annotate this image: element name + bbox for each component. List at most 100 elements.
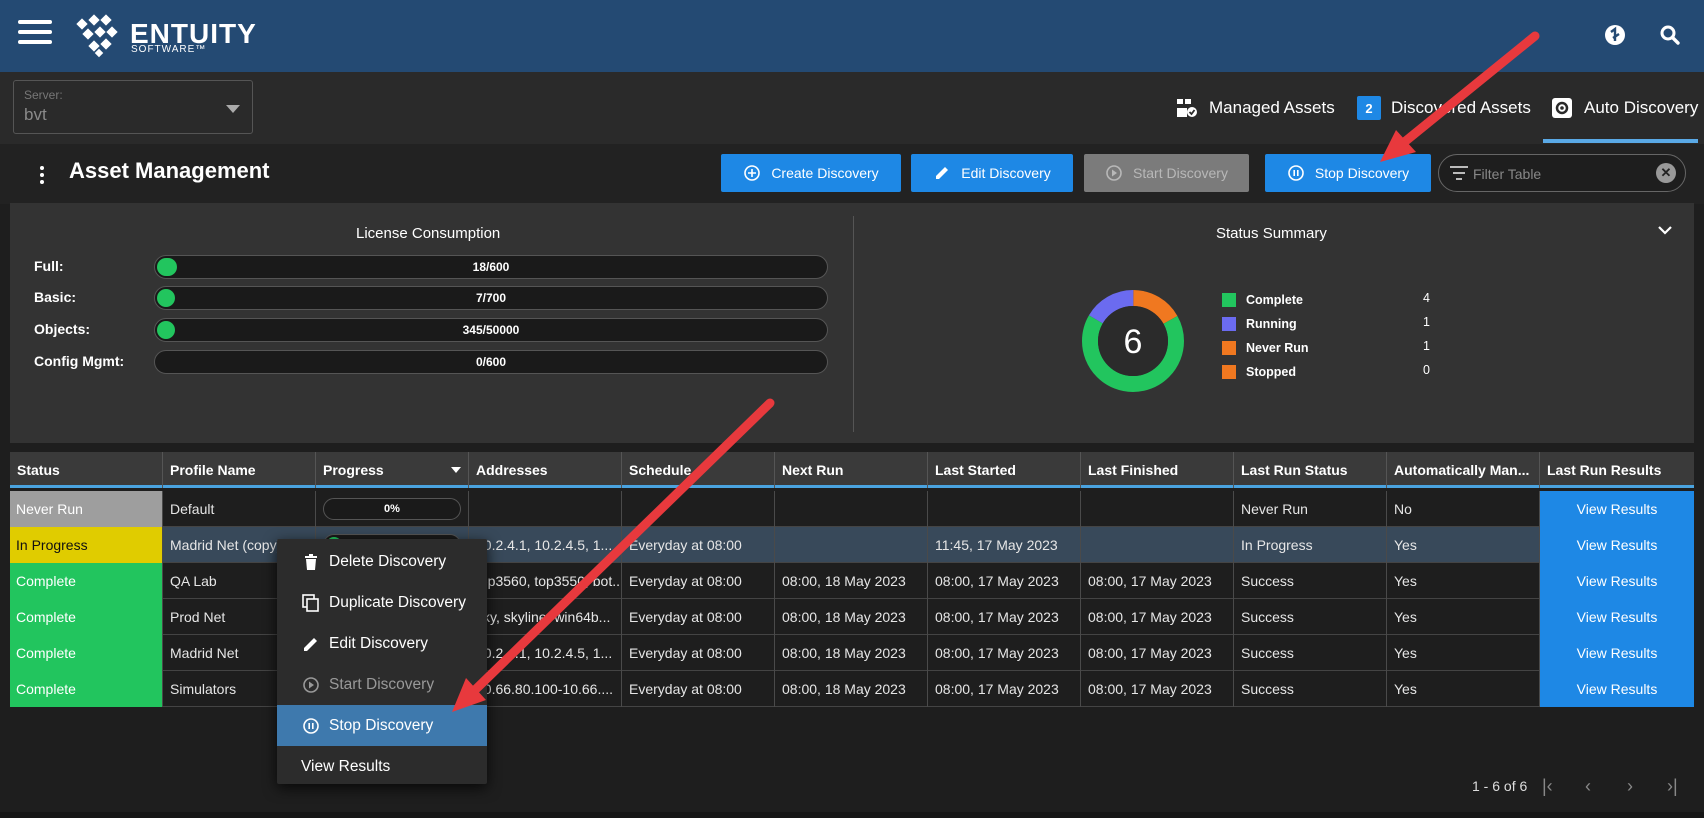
legend-never-run-count: 1 — [1423, 339, 1430, 353]
kebab-menu-icon[interactable] — [40, 166, 44, 187]
table-row[interactable]: Never Run Default 0% Never Run No View R… — [10, 491, 1694, 527]
table-row[interactable]: In Progress Madrid Net (copy) 10.2.4.1, … — [10, 527, 1694, 563]
menu-stop-label: Stop Discovery — [329, 716, 434, 734]
legend-never-run: Never Run — [1222, 339, 1309, 357]
row-last-finished-cell: 08:00, 17 May 2023 — [1081, 671, 1234, 707]
legend-running-count: 1 — [1423, 315, 1430, 329]
menu-edit-label: Edit Discovery — [329, 634, 429, 652]
col-last-started[interactable]: Last Started — [928, 452, 1081, 488]
row-status-cell: Complete — [10, 599, 163, 635]
last-page-icon[interactable]: ›| — [1667, 776, 1678, 797]
collapse-chevron-icon[interactable] — [1657, 223, 1673, 241]
view-results-button[interactable]: View Results — [1540, 635, 1694, 671]
status-summary-title: Status Summary — [1216, 225, 1327, 242]
progress-value: 0% — [384, 503, 400, 515]
start-discovery-button[interactable]: Start Discovery — [1084, 154, 1249, 192]
view-results-button[interactable]: View Results — [1540, 527, 1694, 563]
auto-discovery-gear-icon — [1550, 96, 1574, 120]
row-addresses-cell: sky, skyline, win64b... — [469, 599, 622, 635]
row-last-started-cell: 08:00, 17 May 2023 — [928, 635, 1081, 671]
col-schedule[interactable]: Schedule — [622, 452, 775, 488]
col-profile-name[interactable]: Profile Name — [163, 452, 316, 488]
col-last-run-status[interactable]: Last Run Status — [1234, 452, 1387, 488]
hamburger-menu-icon[interactable] — [18, 20, 52, 48]
menu-start-discovery[interactable]: Start Discovery — [277, 664, 487, 705]
server-label: Server: — [24, 88, 63, 102]
bottom-strip — [0, 812, 1704, 818]
col-auto-managed[interactable]: Automatically Man... — [1387, 452, 1540, 488]
add-circle-icon — [743, 164, 761, 182]
col-progress[interactable]: Progress — [316, 452, 469, 488]
progress-bar: 0% — [323, 498, 461, 520]
pencil-icon — [933, 164, 951, 182]
row-auto-cell: Yes — [1387, 527, 1540, 563]
view-results-button[interactable]: View Results — [1540, 491, 1694, 527]
table-row[interactable]: Complete Simulators 10.66.80.100-10.66..… — [10, 671, 1694, 707]
menu-start-label: Start Discovery — [329, 675, 435, 693]
clear-filter-icon[interactable]: ✕ — [1656, 163, 1676, 183]
row-auto-cell: Yes — [1387, 635, 1540, 671]
table-row[interactable]: Complete Madrid Net 10.2.4.1, 10.2.4.5, … — [10, 635, 1694, 671]
menu-duplicate-discovery[interactable]: Duplicate Discovery — [277, 582, 487, 623]
first-page-icon[interactable]: |‹ — [1542, 776, 1553, 797]
license-config-bar: 0/600 — [154, 350, 828, 374]
menu-delete-discovery[interactable]: Delete Discovery — [277, 541, 487, 582]
edit-discovery-button[interactable]: Edit Discovery — [911, 154, 1073, 192]
menu-stop-discovery[interactable]: Stop Discovery — [277, 705, 487, 746]
row-profile-cell: Default — [163, 491, 316, 527]
view-results-button[interactable]: View Results — [1540, 563, 1694, 599]
row-schedule-cell: Everyday at 08:00 — [622, 599, 775, 635]
row-schedule-cell — [622, 491, 775, 527]
filter-table-input[interactable]: Filter Table ✕ — [1438, 154, 1686, 192]
stop-discovery-button[interactable]: Stop Discovery — [1265, 154, 1431, 192]
panel-divider — [853, 216, 854, 432]
license-full-value: 18/600 — [472, 260, 510, 274]
tab-discovered-assets[interactable]: 2 Discovered Assets — [1357, 90, 1531, 126]
table-row[interactable]: Complete Prod Net sky, skyline, win64b..… — [10, 599, 1694, 635]
legend-complete: Complete — [1222, 291, 1303, 309]
legend-stopped-label: Stopped — [1246, 365, 1296, 379]
edit-discovery-label: Edit Discovery — [961, 165, 1051, 181]
view-results-button[interactable]: View Results — [1540, 599, 1694, 635]
previous-page-icon[interactable]: ‹ — [1585, 776, 1591, 797]
discovery-table: Status Profile Name Progress Addresses S… — [10, 452, 1694, 707]
col-status[interactable]: Status — [10, 452, 163, 488]
menu-view-results[interactable]: View Results — [277, 746, 487, 787]
legend-never-run-swatch — [1222, 341, 1236, 355]
tab-managed-assets[interactable]: Managed Assets — [1175, 90, 1335, 126]
menu-edit-discovery[interactable]: Edit Discovery — [277, 623, 487, 664]
table-row[interactable]: Complete QA Lab top3560, top3550, bot...… — [10, 563, 1694, 599]
row-next-run-cell — [775, 491, 928, 527]
col-next-run[interactable]: Next Run — [775, 452, 928, 488]
row-addresses-cell — [469, 491, 622, 527]
col-last-run-results[interactable]: Last Run Results — [1540, 452, 1694, 488]
app-root: ENTUITY SOFTWARE™ Server: bvt Managed As… — [0, 0, 1704, 818]
managed-assets-icon — [1175, 96, 1199, 120]
row-auto-cell: Yes — [1387, 563, 1540, 599]
search-icon[interactable] — [1655, 20, 1685, 50]
logo-subtext: SOFTWARE™ — [131, 44, 207, 55]
license-full-label: Full: — [34, 258, 64, 274]
create-discovery-button[interactable]: Create Discovery — [721, 154, 901, 192]
server-select[interactable]: Server: bvt — [13, 80, 253, 134]
row-last-run-status-cell: In Progress — [1234, 527, 1387, 563]
copy-icon — [301, 593, 321, 613]
tab-auto-discovery[interactable]: Auto Discovery — [1550, 90, 1698, 126]
legend-complete-count: 4 — [1423, 291, 1430, 305]
play-circle-icon — [1105, 164, 1123, 182]
row-last-started-cell: 08:00, 17 May 2023 — [928, 563, 1081, 599]
view-results-button[interactable]: View Results — [1540, 671, 1694, 707]
menu-delete-label: Delete Discovery — [329, 552, 447, 570]
row-auto-cell: Yes — [1387, 599, 1540, 635]
col-last-finished[interactable]: Last Finished — [1081, 452, 1234, 488]
row-last-started-cell: 11:45, 17 May 2023 — [928, 527, 1081, 563]
pause-circle-icon — [301, 716, 321, 736]
discovered-count-badge: 2 — [1357, 96, 1381, 120]
row-last-finished-cell: 08:00, 17 May 2023 — [1081, 635, 1234, 671]
col-addresses[interactable]: Addresses — [469, 452, 622, 488]
row-addresses-cell: 10.2.4.1, 10.2.4.5, 1... — [469, 635, 622, 671]
next-page-icon[interactable]: › — [1627, 776, 1633, 797]
help-globe-icon[interactable] — [1600, 20, 1630, 50]
row-last-started-cell — [928, 491, 1081, 527]
filter-placeholder: Filter Table — [1473, 166, 1542, 182]
